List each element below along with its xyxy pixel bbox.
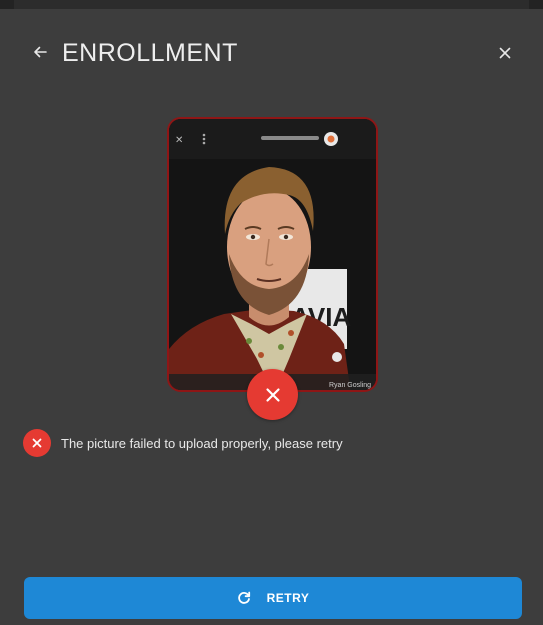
close-icon xyxy=(499,47,511,59)
upload-failed-badge xyxy=(247,369,298,420)
arrow-left-icon xyxy=(34,46,47,58)
retry-label: RETRY xyxy=(266,591,310,605)
enrollment-screen: ENROLLMENT ✕ AVIA Ryan Gosling The pictu… xyxy=(0,9,543,625)
captured-photo: ✕ AVIA Ryan Gosling xyxy=(167,117,378,392)
error-message: The picture failed to upload properly, p… xyxy=(23,429,343,457)
error-icon xyxy=(23,429,51,457)
page-title: ENROLLMENT xyxy=(62,39,238,67)
retry-button[interactable]: RETRY xyxy=(24,577,522,619)
refresh-icon xyxy=(237,591,251,605)
face-photo-image: ✕ AVIA Ryan Gosling xyxy=(169,119,376,390)
header: ENROLLMENT xyxy=(0,9,543,99)
photo-overlay-label: Ryan Gosling xyxy=(329,382,371,389)
error-text: The picture failed to upload properly, p… xyxy=(61,435,343,451)
back-button[interactable] xyxy=(28,40,52,64)
close-icon xyxy=(265,387,280,402)
close-icon xyxy=(32,438,42,448)
top-bar xyxy=(0,0,543,9)
close-button[interactable] xyxy=(494,42,516,64)
svg-text:✕: ✕ xyxy=(175,135,183,146)
